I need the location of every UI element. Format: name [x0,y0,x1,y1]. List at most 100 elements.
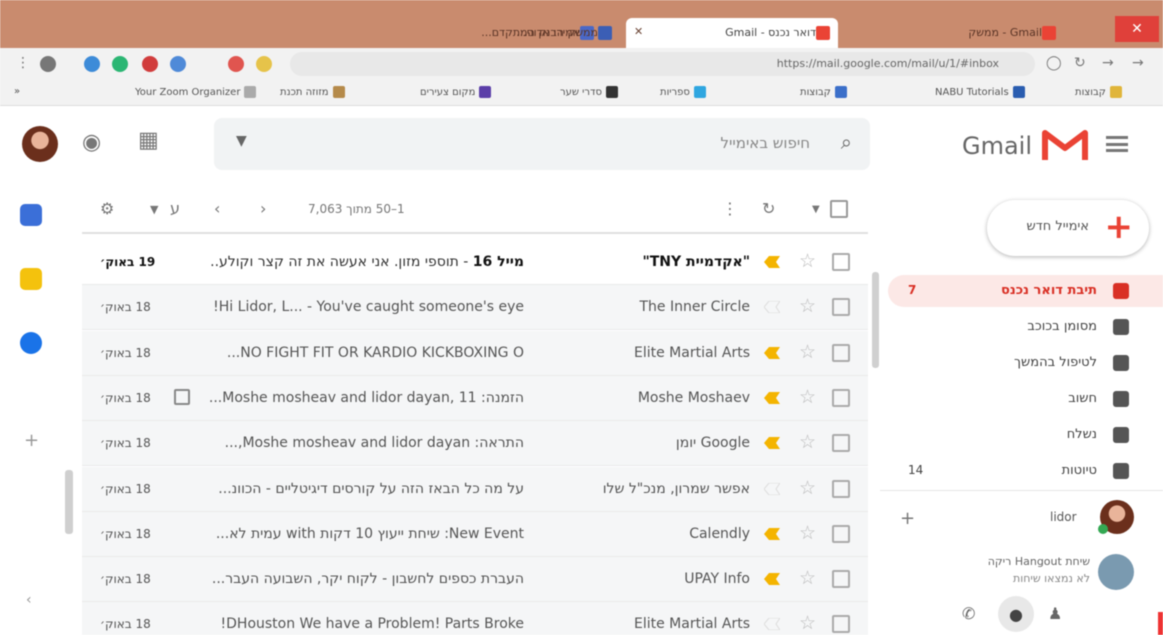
row-checkbox[interactable] [832,434,850,453]
main-menu-icon[interactable] [1106,136,1128,152]
star-icon[interactable]: ☆ [799,431,816,453]
extension-icon[interactable] [112,56,128,72]
browser-tab-active[interactable]: דואר נכנס - Gmail ✕ [626,18,838,48]
star-icon[interactable]: ☆ [799,522,816,544]
select-all-checkbox[interactable] [830,200,848,218]
star-icon[interactable]: ☆ [799,386,816,408]
email-row[interactable]: ☆ אפשר שמרון, מנכ"ל שלו על מה כל הבאז הזה … [82,466,868,512]
support-icon[interactable]: ◉ [82,130,101,155]
nav-item-0[interactable]: תיבת דואר נכנס 7 [888,275,1163,307]
bookmark-item[interactable]: Your Zoom Organizer [135,86,257,98]
browser-tab[interactable]: Gmail - ממשק [844,18,1064,48]
newer-page-icon[interactable]: › [260,199,266,218]
keyboard-icon[interactable]: ע [170,199,180,218]
extension-icon[interactable] [256,56,272,72]
row-checkbox[interactable] [832,388,850,407]
bookmark-item[interactable]: סדרי שער [560,86,618,98]
add-addon-icon[interactable]: + [24,430,39,451]
apps-grid-icon[interactable]: ▦ [138,128,159,153]
important-marker-icon[interactable] [764,301,780,314]
gmail-logo-icon[interactable] [1042,128,1088,162]
collapse-panel-icon[interactable]: ‹ [26,592,32,608]
settings-gear-icon[interactable]: ⚙ [100,199,114,218]
email-row[interactable]: ☆ Elite Martial Arts DHouston We have a Pr… [82,602,868,635]
hangouts-user-name[interactable]: lidor [1050,510,1077,524]
nav-item-4[interactable]: נשלח [888,419,1163,451]
row-checkbox[interactable] [832,343,850,362]
important-marker-icon[interactable] [764,256,780,268]
nav-item-label: נשלח [1066,427,1097,442]
window-close-button[interactable]: ✕ [1115,16,1159,42]
important-marker-icon[interactable] [764,618,780,631]
contacts-person-icon[interactable]: ♟ [1048,604,1062,623]
mail-list-scrollbar[interactable] [872,272,879,368]
important-marker-icon[interactable] [764,573,780,586]
row-checkbox[interactable] [832,524,850,543]
star-icon[interactable]: ☆ [799,295,816,317]
row-checkbox[interactable] [832,298,850,317]
search-icon[interactable]: ⌕ [841,130,852,154]
refresh-icon[interactable]: ↻ [762,199,775,218]
extension-icon[interactable] [170,56,186,72]
email-row[interactable]: ☆ "אקדמיית TNY" מייל 16 - תוספי מזון. אני … [82,240,868,285]
compose-button[interactable]: + אימייל חדש [987,200,1149,256]
nav-item-1[interactable]: מסומן בכוכב [888,311,1163,343]
search-bar[interactable]: ▼ חיפוש באימייל ⌕ [214,118,870,170]
nav-item-2[interactable]: לטיפול בהמשך [888,347,1163,379]
email-row[interactable]: ☆ Google יומן התראה: Moshe mosheav and lid… [82,421,868,467]
important-marker-icon[interactable] [764,527,780,540]
star-icon[interactable]: ☆ [799,341,816,363]
nav-item-5[interactable]: טיוטות 14 [888,455,1163,487]
star-icon[interactable]: ☆ [799,612,816,634]
star-icon[interactable]: ☆ [799,477,816,499]
extension-icon[interactable] [142,56,158,72]
more-menu-icon[interactable]: ⋮ [16,55,30,71]
bookmark-item[interactable]: מקום צעירים [420,86,492,98]
account-avatar[interactable] [22,126,58,162]
address-bar[interactable]: https://mail.google.com/mail/u/1/#inbox [290,52,1035,76]
email-row[interactable]: ☆ The Inner Circle Hi Lidor, L... - You've… [82,285,868,331]
row-checkbox[interactable] [832,479,850,498]
info-icon[interactable]: ◯ [1046,55,1062,71]
extension-icon[interactable] [228,56,244,72]
side-scrollbar[interactable] [65,470,73,534]
calendar-app-icon[interactable] [20,204,42,226]
tab-close-icon[interactable]: ✕ [634,25,643,38]
nav-item-3[interactable]: חשוב [888,383,1163,415]
bookmark-item[interactable]: קבוצות [800,86,847,98]
back-icon[interactable]: → [1132,55,1144,71]
more-actions-icon[interactable]: ⋮ [722,199,738,218]
important-marker-icon[interactable] [764,346,780,359]
row-checkbox[interactable] [832,570,850,589]
calendar-invite-icon[interactable] [174,388,190,405]
row-checkbox[interactable] [832,615,850,634]
keep-app-icon[interactable] [20,268,42,290]
email-row[interactable]: ☆ UPAY Info העברת כספים לחשבון - לקוח יקר,… [82,557,868,603]
browser-tab[interactable]: ממשק הבנק המתקדם... [410,18,620,48]
bookmark-item[interactable]: מזוזה תכנת [280,86,345,98]
reload-icon[interactable]: ↻ [1074,55,1086,71]
new-conversation-icon[interactable]: + [900,508,915,529]
bookmarks-more-icon[interactable]: « [14,86,20,97]
bookmark-item[interactable]: קבוצות [1075,86,1122,98]
row-checkbox[interactable] [832,253,850,271]
forward-icon[interactable]: → [1102,55,1114,71]
star-icon[interactable]: ☆ [799,567,816,589]
older-page-icon[interactable]: ‹ [214,199,220,218]
important-marker-icon[interactable] [764,437,780,450]
extension-icon[interactable] [84,56,100,72]
phone-icon[interactable]: ✆ [962,604,975,623]
search-options-icon[interactable]: ▼ [236,133,247,149]
input-tools-dropdown-icon[interactable]: ▼ [150,203,158,216]
email-row[interactable]: ☆ Calendly New Event: שיחת ייעוץ 10 דקות w… [82,511,868,557]
profile-icon[interactable] [40,56,56,72]
bookmark-item[interactable]: NABU Tutorials [935,86,1025,98]
important-marker-icon[interactable] [764,391,780,404]
important-marker-icon[interactable] [764,482,780,495]
select-dropdown-icon[interactable]: ▼ [812,204,820,215]
tasks-app-icon[interactable] [20,332,42,354]
email-row[interactable]: ☆ Elite Martial Arts NO FIGHT FIT OR KARDI… [82,330,868,376]
bookmark-item[interactable]: ספריות [660,86,706,98]
email-row[interactable]: ☆ Moshe Moshaev הזמנה: Moshe mosheav and l… [82,375,868,421]
star-icon[interactable]: ☆ [799,250,816,272]
